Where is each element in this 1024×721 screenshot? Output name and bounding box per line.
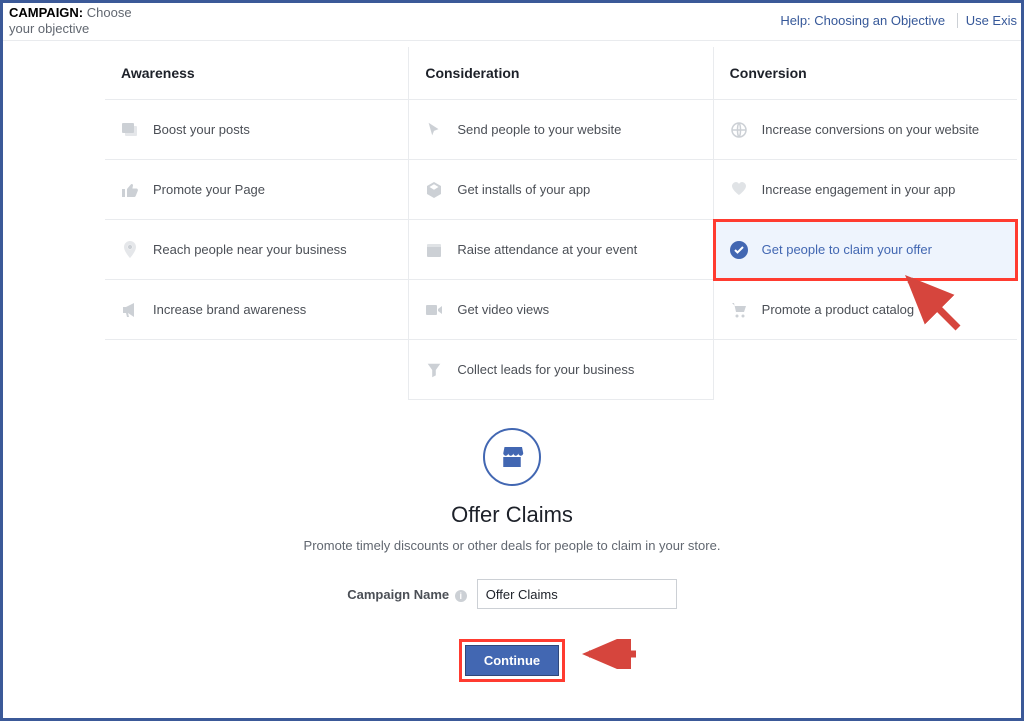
option-send-website[interactable]: Send people to your website <box>409 100 712 160</box>
option-label: Increase conversions on your website <box>762 122 980 137</box>
option-label: Get video views <box>457 302 549 317</box>
option-boost-posts[interactable]: Boost your posts <box>105 100 408 160</box>
column-conversion: Conversion Increase conversions on your … <box>714 47 1017 400</box>
topbar-links: Help: Choosing an Objective Use Exis <box>764 13 1017 28</box>
option-website-conversions[interactable]: Increase conversions on your website <box>714 100 1017 160</box>
thumb-up-icon <box>119 179 141 201</box>
option-label: Reach people near your business <box>153 242 347 257</box>
option-brand-awareness[interactable]: Increase brand awareness <box>105 280 408 340</box>
option-label: Get people to claim your offer <box>762 242 932 257</box>
objective-detail: Offer Claims Promote timely discounts or… <box>3 428 1021 682</box>
detail-title: Offer Claims <box>3 502 1021 528</box>
megaphone-icon <box>119 299 141 321</box>
option-product-catalog[interactable]: Promote a product catalog <box>714 280 1017 340</box>
cursor-icon <box>423 119 445 141</box>
help-link[interactable]: Help: Choosing an Objective <box>772 13 945 28</box>
detail-subtitle: Promote timely discounts or other deals … <box>3 538 1021 553</box>
option-label: Send people to your website <box>457 122 621 137</box>
option-promote-page[interactable]: Promote your Page <box>105 160 408 220</box>
use-existing-link[interactable]: Use Exis <box>957 13 1017 28</box>
option-label: Increase brand awareness <box>153 302 306 317</box>
column-header-conversion: Conversion <box>714 47 1017 100</box>
continue-button[interactable]: Continue <box>465 645 559 676</box>
campaign-name-input[interactable] <box>477 579 677 609</box>
cart-icon <box>728 299 750 321</box>
campaign-name-label: Campaign Name i <box>347 587 467 602</box>
option-app-installs[interactable]: Get installs of your app <box>409 160 712 220</box>
option-label: Get installs of your app <box>457 182 590 197</box>
option-label: Promote your Page <box>153 182 265 197</box>
funnel-icon <box>423 359 445 381</box>
column-header-awareness: Awareness <box>105 47 408 100</box>
column-consideration: Consideration Send people to your websit… <box>409 47 713 400</box>
option-event-attendance[interactable]: Raise attendance at your event <box>409 220 712 280</box>
option-label: Promote a product catalog <box>762 302 914 317</box>
option-collect-leads[interactable]: Collect leads for your business <box>409 340 712 400</box>
top-bar: CAMPAIGN: Choose your objective Help: Ch… <box>3 3 1021 41</box>
boost-post-icon <box>119 119 141 141</box>
campaign-name-row: Campaign Name i <box>3 579 1021 609</box>
box-icon <box>423 179 445 201</box>
globe-icon <box>728 119 750 141</box>
option-label: Boost your posts <box>153 122 250 137</box>
video-icon <box>423 299 445 321</box>
option-video-views[interactable]: Get video views <box>409 280 712 340</box>
option-reach-near[interactable]: Reach people near your business <box>105 220 408 280</box>
option-claim-offer[interactable]: Get people to claim your offer <box>714 220 1017 280</box>
option-app-engagement[interactable]: Increase engagement in your app <box>714 160 1017 220</box>
continue-highlight: Continue <box>459 639 565 682</box>
check-circle-icon <box>728 239 750 261</box>
campaign-label: CAMPAIGN: <box>9 5 83 20</box>
location-pin-icon <box>119 239 141 261</box>
option-label: Raise attendance at your event <box>457 242 637 257</box>
column-header-consideration: Consideration <box>409 47 712 100</box>
app-engage-icon <box>728 179 750 201</box>
option-label: Increase engagement in your app <box>762 182 956 197</box>
option-label: Collect leads for your business <box>457 362 634 377</box>
objective-grid: Awareness Boost your posts Promote your … <box>105 47 1017 400</box>
info-icon[interactable]: i <box>455 590 467 602</box>
calendar-icon <box>423 239 445 261</box>
store-icon <box>483 428 541 486</box>
campaign-breadcrumb: CAMPAIGN: Choose your objective <box>9 5 159 37</box>
column-awareness: Awareness Boost your posts Promote your … <box>105 47 409 400</box>
